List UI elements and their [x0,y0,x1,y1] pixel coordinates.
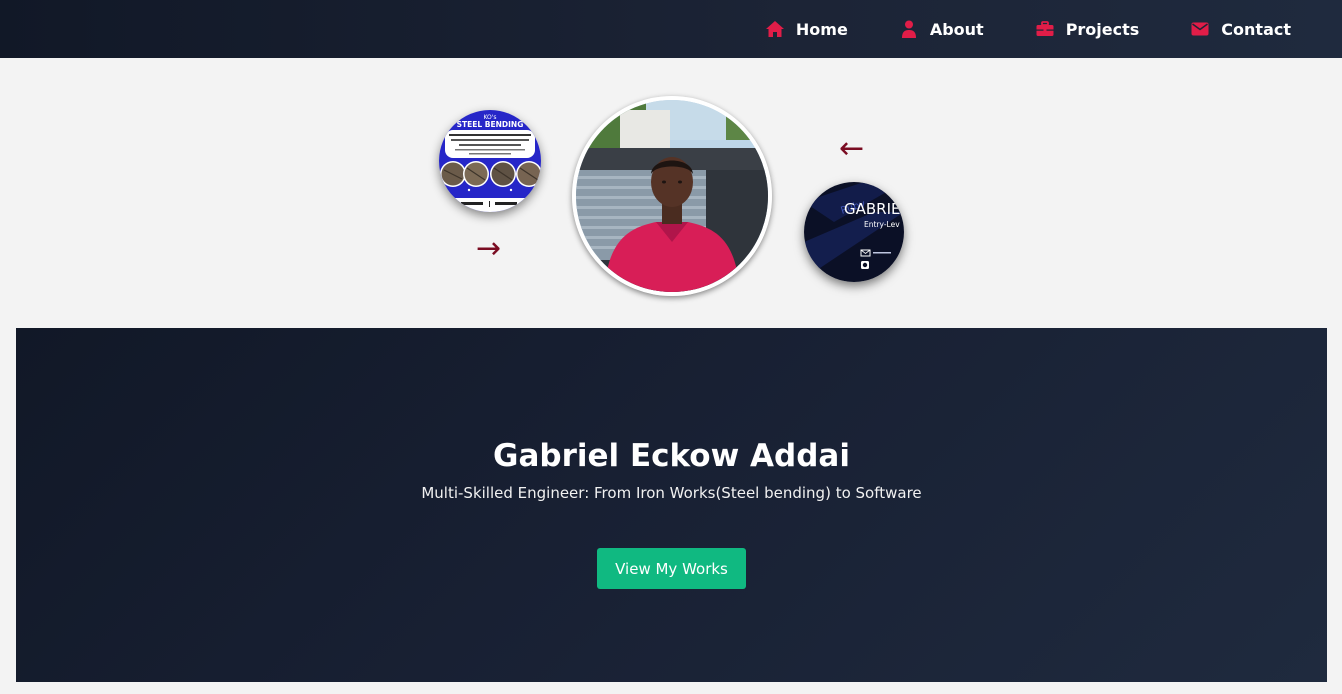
hero-name: Gabriel Eckow Addai [493,438,850,474]
top-navbar: Home About Projects Contact [0,0,1342,58]
hero-banner: Gabriel Eckow Addai Multi-Skilled Engine… [16,328,1327,682]
steel-bending-flyer-thumbnail[interactable]: KO's STEEL BENDING [439,110,541,212]
nav-item-projects[interactable]: Projects [1035,0,1140,58]
envelope-icon [1190,19,1210,39]
briefcase-icon [1035,19,1055,39]
next-arrow[interactable]: → [476,234,501,264]
nav-item-about[interactable]: About [899,0,984,58]
image-carousel: KO's STEEL BENDING Ruby GABRIE Entry-Lev… [0,58,1342,328]
card-name-lettering: GABRIE [844,200,901,218]
hero-tagline: Multi-Skilled Engineer: From Iron Works(… [421,484,922,502]
user-icon [899,19,919,39]
nav-label-contact: Contact [1221,19,1291,39]
gabriel-business-card-thumbnail[interactable]: Ruby GABRIE Entry-Lev [804,182,904,282]
flyer-title-lettering: STEEL BENDING [457,120,524,129]
view-my-works-button[interactable]: View My Works [597,548,746,589]
nav-label-about: About [929,19,984,39]
card-role-lettering: Entry-Lev [864,220,900,229]
nav-label-home: Home [795,19,848,39]
nav-menu: Home About Projects Contact [765,0,1342,58]
nav-item-contact[interactable]: Contact [1190,0,1291,58]
home-icon [765,19,785,39]
prev-arrow[interactable]: ← [839,134,864,164]
profile-photo [572,96,772,296]
nav-label-projects: Projects [1065,19,1140,39]
nav-item-home[interactable]: Home [765,0,848,58]
